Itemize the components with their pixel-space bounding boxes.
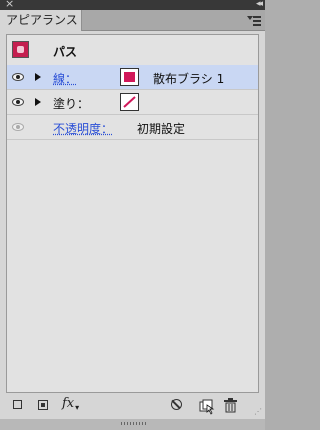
panel-drag-handle[interactable] bbox=[121, 422, 147, 425]
stroke-brush-value[interactable]: 散布ブラシ 1 bbox=[153, 70, 224, 87]
add-effect-button[interactable]: fx▾ bbox=[62, 396, 79, 412]
path-thumbnail-icon bbox=[12, 41, 29, 58]
object-title: パス bbox=[53, 45, 78, 59]
fx-label: fx bbox=[62, 396, 75, 411]
fill-row[interactable]: 塗り： bbox=[7, 90, 258, 115]
stroke-label[interactable]: 線： bbox=[53, 70, 77, 87]
panel-menu-icon[interactable] bbox=[247, 13, 261, 27]
duplicate-item-icon[interactable] bbox=[199, 399, 215, 415]
appearance-panel: パス 線： 散布ブラシ 1 塗り： 不透明度： 初期設定 fx▾ ⋰ bbox=[0, 31, 265, 419]
tab-appearance[interactable]: アピアランス bbox=[0, 10, 82, 31]
stroke-swatch[interactable] bbox=[120, 68, 139, 86]
fill-none-swatch[interactable] bbox=[120, 93, 139, 111]
bottom-toolbar: fx▾ ⋰ bbox=[0, 394, 265, 419]
visibility-eye-icon[interactable] bbox=[12, 73, 24, 81]
stroke-row[interactable]: 線： 散布ブラシ 1 bbox=[7, 65, 258, 90]
expand-triangle-icon[interactable] bbox=[35, 98, 41, 106]
resize-grip-icon[interactable]: ⋰ bbox=[254, 407, 262, 416]
clear-appearance-icon[interactable] bbox=[171, 399, 182, 410]
panel-footer bbox=[0, 419, 265, 430]
fill-label[interactable]: 塗り： bbox=[53, 95, 89, 112]
visibility-eye-icon[interactable] bbox=[12, 123, 24, 131]
opacity-value: 初期設定 bbox=[137, 122, 186, 136]
appearance-list: パス 線： 散布ブラシ 1 塗り： 不透明度： 初期設定 bbox=[6, 34, 259, 393]
expand-triangle-icon[interactable] bbox=[35, 73, 41, 81]
add-new-stroke-icon[interactable] bbox=[13, 400, 22, 409]
delete-item-icon[interactable] bbox=[224, 398, 237, 413]
visibility-eye-icon[interactable] bbox=[12, 98, 24, 106]
opacity-row[interactable]: 不透明度： 初期設定 bbox=[7, 115, 258, 140]
tab-row: アピアランス bbox=[0, 10, 265, 31]
opacity-label[interactable]: 不透明度： bbox=[53, 120, 113, 137]
add-new-fill-icon[interactable] bbox=[38, 400, 48, 410]
panel-titlebar: × ◂◂ bbox=[0, 0, 265, 10]
object-header-row: パス bbox=[7, 35, 258, 66]
